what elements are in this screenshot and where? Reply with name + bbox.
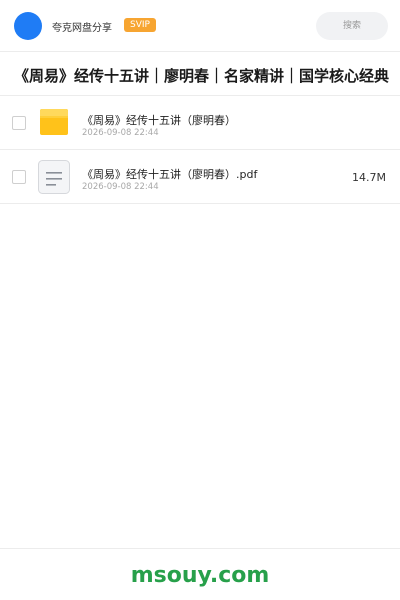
file-date: 2026-09-08 22:44	[82, 128, 159, 138]
row-checkbox[interactable]	[12, 170, 26, 184]
search-input[interactable]: 搜索	[316, 12, 388, 40]
title-bar: 《周易》经传十五讲｜廖明春｜名家精讲｜国学核心经典	[0, 52, 400, 96]
row-checkbox[interactable]	[12, 116, 26, 130]
share-page: 夸克网盘分享 SVIP 搜索 《周易》经传十五讲｜廖明春｜名家精讲｜国学核心经典…	[0, 0, 400, 600]
avatar[interactable]	[14, 12, 42, 40]
document-icon	[38, 160, 70, 194]
footer: msouy.com	[0, 548, 400, 600]
file-size: 14.7M	[352, 171, 386, 184]
top-bar: 夸克网盘分享 SVIP 搜索	[0, 0, 400, 52]
footer-brand[interactable]: msouy.com	[0, 563, 400, 588]
file-name[interactable]: 《周易》经传十五讲（廖明春）	[82, 112, 236, 128]
page-title: 《周易》经传十五讲｜廖明春｜名家精讲｜国学核心经典	[14, 67, 390, 85]
file-row[interactable]: 《周易》经传十五讲（廖明春）.pdf 2026-09-08 22:44 14.7…	[0, 150, 400, 204]
file-name[interactable]: 《周易》经传十五讲（廖明春）.pdf	[82, 166, 257, 182]
file-date: 2026-09-08 22:44	[82, 182, 159, 192]
svip-badge: SVIP	[124, 18, 156, 32]
folder-icon	[38, 108, 70, 138]
file-row[interactable]: 《周易》经传十五讲（廖明春） 2026-09-08 22:44	[0, 96, 400, 150]
app-name: 夸克网盘分享	[52, 23, 112, 34]
